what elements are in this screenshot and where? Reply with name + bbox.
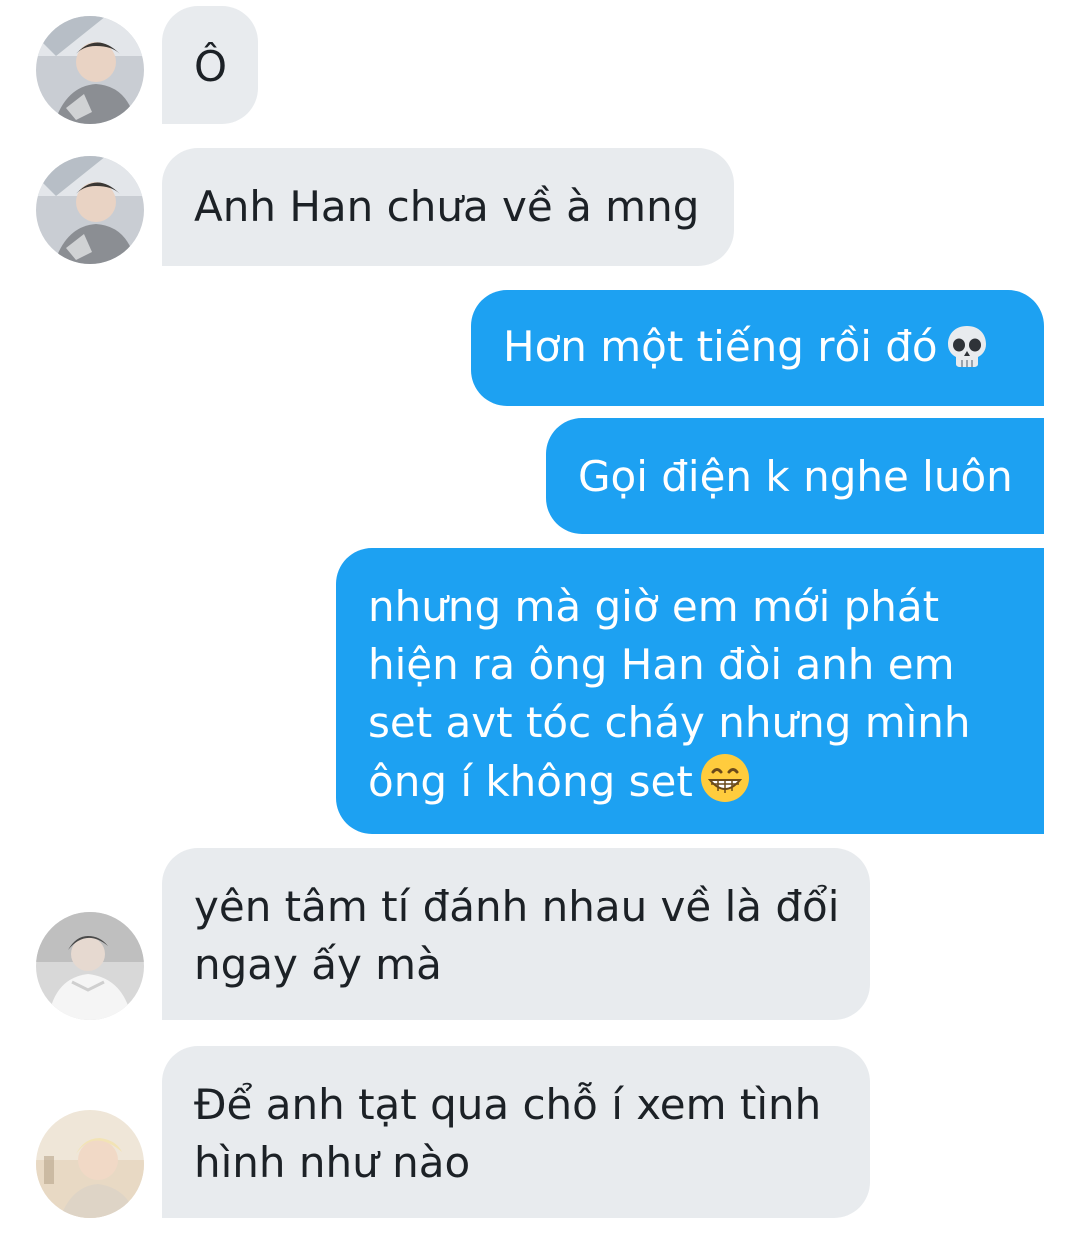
message-bubble-incoming[interactable]: Anh Han chưa về à mng [162,148,734,266]
message-text: Gọi điện k nghe luôn [578,452,1013,501]
sender-avatar[interactable] [36,16,144,124]
message-bubble-outgoing[interactable]: Gọi điện k nghe luôn [546,418,1044,534]
avatar-photo-icon [36,16,144,124]
message-text-line: ngay ấy mà [194,940,442,989]
avatar-photo-icon [36,1110,144,1218]
avatar-photo-icon [36,156,144,264]
grinning-face-icon [699,752,751,819]
message-bubble-outgoing[interactable]: Hơn một tiếng rồi đó [471,290,1044,406]
message-text-line: nhưng mà giờ em mới phát [368,582,940,631]
conversation-thread: Ô Anh Han chưa về à mng Hơn một tiếng rồ… [0,0,1080,1234]
message-text-line: ông í không set [368,757,693,806]
message-bubble-incoming[interactable]: yên tâm tí đánh nhau về là đổi ngay ấy m… [162,848,870,1020]
message-bubble-incoming[interactable]: Ô [162,6,258,124]
skull-icon [944,323,990,384]
sender-avatar[interactable] [36,1110,144,1218]
message-text-line: yên tâm tí đánh nhau về là đổi [194,882,840,931]
message-text: Anh Han chưa về à mng [194,182,700,231]
message-text: Ô [194,42,228,91]
message-bubble-outgoing[interactable]: nhưng mà giờ em mới phát hiện ra ông Han… [336,548,1044,834]
message-text-line: hiện ra ông Han đòi anh em [368,640,955,689]
message-text-line: Để anh tạt qua chỗ í xem tình [194,1080,822,1129]
message-text: Hơn một tiếng rồi đó [503,322,938,371]
sender-avatar[interactable] [36,156,144,264]
message-text-line: hình như nào [194,1138,471,1187]
message-text-line: set avt tóc cháy nhưng mình [368,698,971,747]
sender-avatar[interactable] [36,912,144,1020]
message-bubble-incoming[interactable]: Để anh tạt qua chỗ í xem tình hình như n… [162,1046,870,1218]
avatar-photo-icon [36,912,144,1020]
